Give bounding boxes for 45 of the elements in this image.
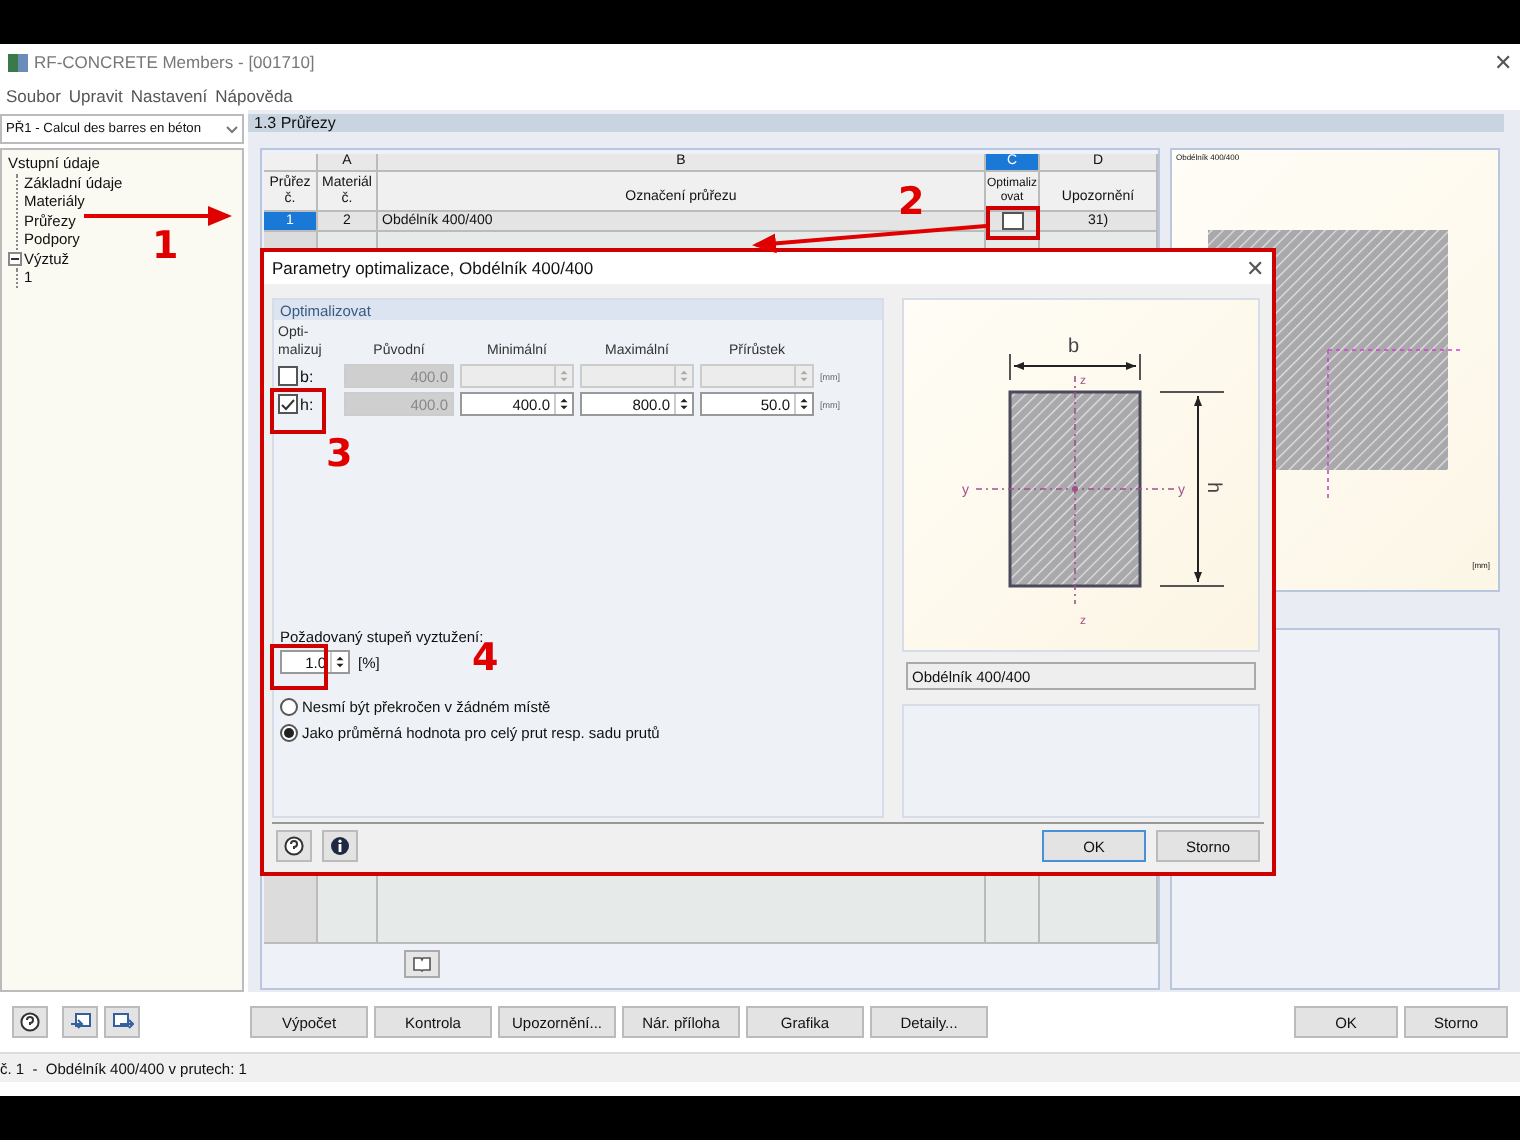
- help-button[interactable]: [276, 830, 312, 862]
- window-title: RF-CONCRETE Members - [001710]: [34, 52, 317, 72]
- import-button[interactable]: [62, 1006, 98, 1038]
- radio-button[interactable]: [280, 724, 298, 742]
- number-field[interactable]: [460, 364, 574, 388]
- menu-item[interactable]: Soubor: [6, 85, 61, 105]
- checkbox[interactable]: [278, 366, 298, 386]
- highlight-frame: [986, 206, 1040, 240]
- checkbox[interactable]: [278, 394, 298, 414]
- spinner-arrows-icon[interactable]: [794, 394, 812, 414]
- spinner-arrows-icon[interactable]: [674, 394, 692, 414]
- export-button[interactable]: [104, 1006, 140, 1038]
- info-icon: [330, 836, 350, 856]
- close-icon[interactable]: ✕: [1494, 49, 1512, 75]
- book-button[interactable]: [404, 950, 440, 978]
- dimension-line: [1009, 353, 1141, 381]
- menu-item[interactable]: Nastavení: [130, 85, 208, 105]
- collapse-icon[interactable]: [8, 251, 22, 266]
- help-icon: [284, 836, 304, 856]
- dimension-label: h: [1202, 482, 1224, 494]
- radio-button[interactable]: [280, 698, 298, 716]
- parameter-label: b:: [300, 367, 314, 385]
- annotation-number: 1: [152, 224, 179, 268]
- spinner-arrows-icon[interactable]: [330, 652, 348, 672]
- dialog-title: Parametry optimalizace, Obdélník 400/400: [272, 258, 594, 278]
- parameter-label: h:: [300, 395, 314, 413]
- highlight-frame: [270, 644, 328, 690]
- info-button[interactable]: [322, 830, 358, 862]
- menu-item[interactable]: Nápověda: [215, 85, 293, 105]
- book-icon: [412, 956, 432, 972]
- number-field[interactable]: [700, 364, 814, 388]
- caret-icon: [226, 125, 238, 133]
- checkbox[interactable]: [1001, 212, 1023, 230]
- checkmark-icon: [280, 397, 296, 411]
- help-button[interactable]: [12, 1006, 48, 1038]
- highlight-frame: [270, 388, 326, 434]
- annotation-number: 3: [326, 432, 353, 476]
- app-icon: [8, 53, 28, 71]
- close-icon[interactable]: ✕: [1246, 255, 1264, 281]
- menu-item[interactable]: Upravit: [68, 85, 123, 105]
- dimension-label: b: [1068, 336, 1080, 358]
- number-field[interactable]: [580, 364, 694, 388]
- section-header: 1.3 Průřezy: [248, 114, 1504, 132]
- help-icon: [20, 1012, 40, 1032]
- spinner-arrows-icon[interactable]: [554, 394, 572, 414]
